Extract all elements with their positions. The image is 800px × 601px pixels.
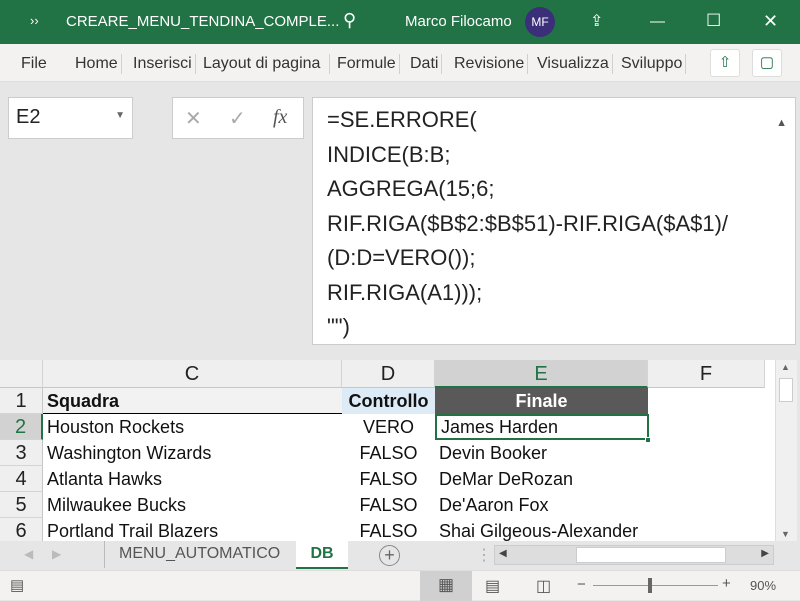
zoom-out-button[interactable]: −	[577, 576, 586, 593]
cell-c2[interactable]: Houston Rockets	[43, 414, 188, 440]
cell-c5[interactable]: Milwaukee Bucks	[43, 492, 190, 518]
row-header[interactable]: 4	[0, 466, 43, 492]
tab-formule[interactable]: Formule	[334, 54, 400, 74]
cell-e4[interactable]: DeMar DeRozan	[435, 466, 577, 492]
column-header-f[interactable]: F	[648, 360, 765, 388]
tab-sviluppo[interactable]: Sviluppo	[618, 54, 687, 74]
zoom-slider[interactable]	[593, 585, 718, 586]
formula-line: (D:D=VERO());	[327, 245, 476, 270]
add-sheet-button[interactable]: +	[379, 545, 400, 566]
cell-c3[interactable]: Washington Wizards	[43, 440, 215, 466]
cell-c4[interactable]: Atlanta Hawks	[43, 466, 166, 492]
scroll-thumb[interactable]	[576, 547, 726, 563]
cell-d4[interactable]: FALSO	[342, 466, 435, 492]
cell-e6[interactable]: Shai Gilgeous-Alexander	[435, 518, 642, 541]
cell-d6[interactable]: FALSO	[342, 518, 435, 541]
collapse-formula-icon[interactable]: ▲	[776, 106, 787, 141]
row-header[interactable]: 6	[0, 518, 43, 541]
zoom-in-button[interactable]: +	[722, 575, 731, 592]
spreadsheet-grid[interactable]: C D E F 1 2 3 4 5 6 Squadra Controllo Fi…	[0, 360, 775, 541]
cell-e2-selected[interactable]: James Harden	[435, 414, 649, 440]
page-break-view-icon[interactable]: ◫	[536, 576, 551, 596]
document-title: CREARE_MENU_TENDINA_COMPLE...	[66, 13, 340, 30]
formula-line: RIF.RIGA(A1)));	[327, 279, 483, 305]
cell-d5[interactable]: FALSO	[342, 492, 435, 518]
confirm-icon[interactable]: ✓	[229, 106, 246, 131]
cell-d1[interactable]: Controllo	[342, 388, 435, 414]
tab-home[interactable]: Home	[72, 54, 122, 74]
scroll-down-icon[interactable]: ▼	[781, 529, 790, 539]
more-commands-icon[interactable]: ››	[30, 13, 39, 28]
next-sheet-icon[interactable]: ▶	[52, 547, 61, 561]
formula-line: INDICE(B:B;	[327, 141, 451, 167]
zoom-slider-thumb[interactable]	[648, 578, 652, 593]
avatar[interactable]: MF	[525, 7, 555, 37]
cell-c1[interactable]: Squadra	[43, 388, 342, 414]
tab-layout[interactable]: Layout di pagina	[200, 54, 330, 74]
tab-visualizza[interactable]: Visualizza	[534, 54, 613, 74]
fill-handle[interactable]	[645, 437, 651, 443]
ribbon-display-icon[interactable]: ⇪	[590, 11, 603, 31]
tab-inserisci[interactable]: Inserisci	[130, 54, 196, 74]
formula-line: "")	[327, 314, 350, 339]
cell-e3[interactable]: Devin Booker	[435, 440, 551, 466]
accessibility-icon[interactable]: ▤	[10, 576, 24, 594]
ribbon-tabs: File Home Inserisci Layout di pagina For…	[0, 44, 800, 82]
column-header-c[interactable]: C	[43, 360, 342, 388]
tab-file[interactable]: File	[18, 54, 50, 74]
vertical-scrollbar[interactable]: ▲ ▼	[775, 360, 797, 541]
zoom-level[interactable]: 90%	[750, 578, 776, 593]
formula-input[interactable]: =SE.ERRORE( INDICE(B:B; AGGREGA(15;6; RI…	[312, 97, 796, 345]
column-header-d[interactable]: D	[342, 360, 435, 388]
formula-line: =SE.ERRORE(	[327, 107, 477, 132]
scroll-up-icon[interactable]: ▲	[781, 362, 790, 372]
share-button[interactable]: ⇧	[710, 49, 740, 77]
tab-revisione[interactable]: Revisione	[451, 54, 529, 74]
insert-function-icon[interactable]: fx	[273, 106, 287, 129]
formula-buttons: ✕ ✓ fx	[172, 97, 304, 139]
name-box-value: E2	[16, 106, 41, 128]
cell-d3[interactable]: FALSO	[342, 440, 435, 466]
user-name: Marco Filocamo	[405, 13, 512, 30]
column-header-e[interactable]: E	[435, 360, 648, 388]
sheet-tab-db[interactable]: DB	[296, 541, 348, 569]
chevron-down-icon[interactable]: ▼	[115, 110, 125, 121]
sheet-tab-menu-automatico[interactable]: MENU_AUTOMATICO	[104, 541, 294, 568]
row-header[interactable]: 5	[0, 492, 43, 518]
minimize-button[interactable]: —	[650, 13, 665, 30]
sheet-tabs-bar: ◀ ▶ MENU_AUTOMATICO DB + ⋮ ◀ ▶	[0, 541, 800, 570]
row-header[interactable]: 3	[0, 440, 43, 466]
page-layout-view-icon[interactable]: ▤	[485, 576, 500, 596]
row-header[interactable]: 2	[0, 414, 43, 440]
tab-dati[interactable]: Dati	[407, 54, 443, 74]
maximize-button[interactable]: ☐	[706, 11, 721, 31]
scroll-left-icon[interactable]: ◀	[499, 548, 507, 559]
horizontal-scrollbar[interactable]: ◀ ▶	[494, 545, 774, 565]
scroll-right-icon[interactable]: ▶	[761, 548, 769, 559]
formula-line: AGGREGA(15;6;	[327, 176, 495, 201]
splitter-handle[interactable]: ⋮	[476, 545, 492, 565]
comments-button[interactable]: ▢	[752, 49, 782, 77]
normal-view-icon[interactable]: ▦	[420, 571, 472, 601]
row-header[interactable]: 1	[0, 388, 43, 414]
status-bar: ▤ ▦ ▤ ◫ − + 90%	[0, 570, 800, 601]
scroll-thumb[interactable]	[779, 378, 793, 402]
cell-e5[interactable]: De'Aaron Fox	[435, 492, 553, 518]
select-all-button[interactable]	[0, 360, 43, 388]
cancel-icon[interactable]: ✕	[185, 106, 202, 131]
cell-d2[interactable]: VERO	[342, 414, 435, 440]
close-button[interactable]: ✕	[763, 11, 778, 32]
name-box[interactable]: E2 ▼	[8, 97, 133, 139]
cell-c6[interactable]: Portland Trail Blazers	[43, 518, 222, 541]
prev-sheet-icon[interactable]: ◀	[24, 547, 33, 561]
search-icon[interactable]: ⚲	[343, 10, 356, 31]
cell-e1[interactable]: Finale	[435, 388, 648, 414]
title-bar: ›› CREARE_MENU_TENDINA_COMPLE... ⚲ Marco…	[0, 0, 800, 44]
formula-line: RIF.RIGA($B$2:$B$51)-RIF.RIGA($A$1)/	[327, 210, 729, 236]
